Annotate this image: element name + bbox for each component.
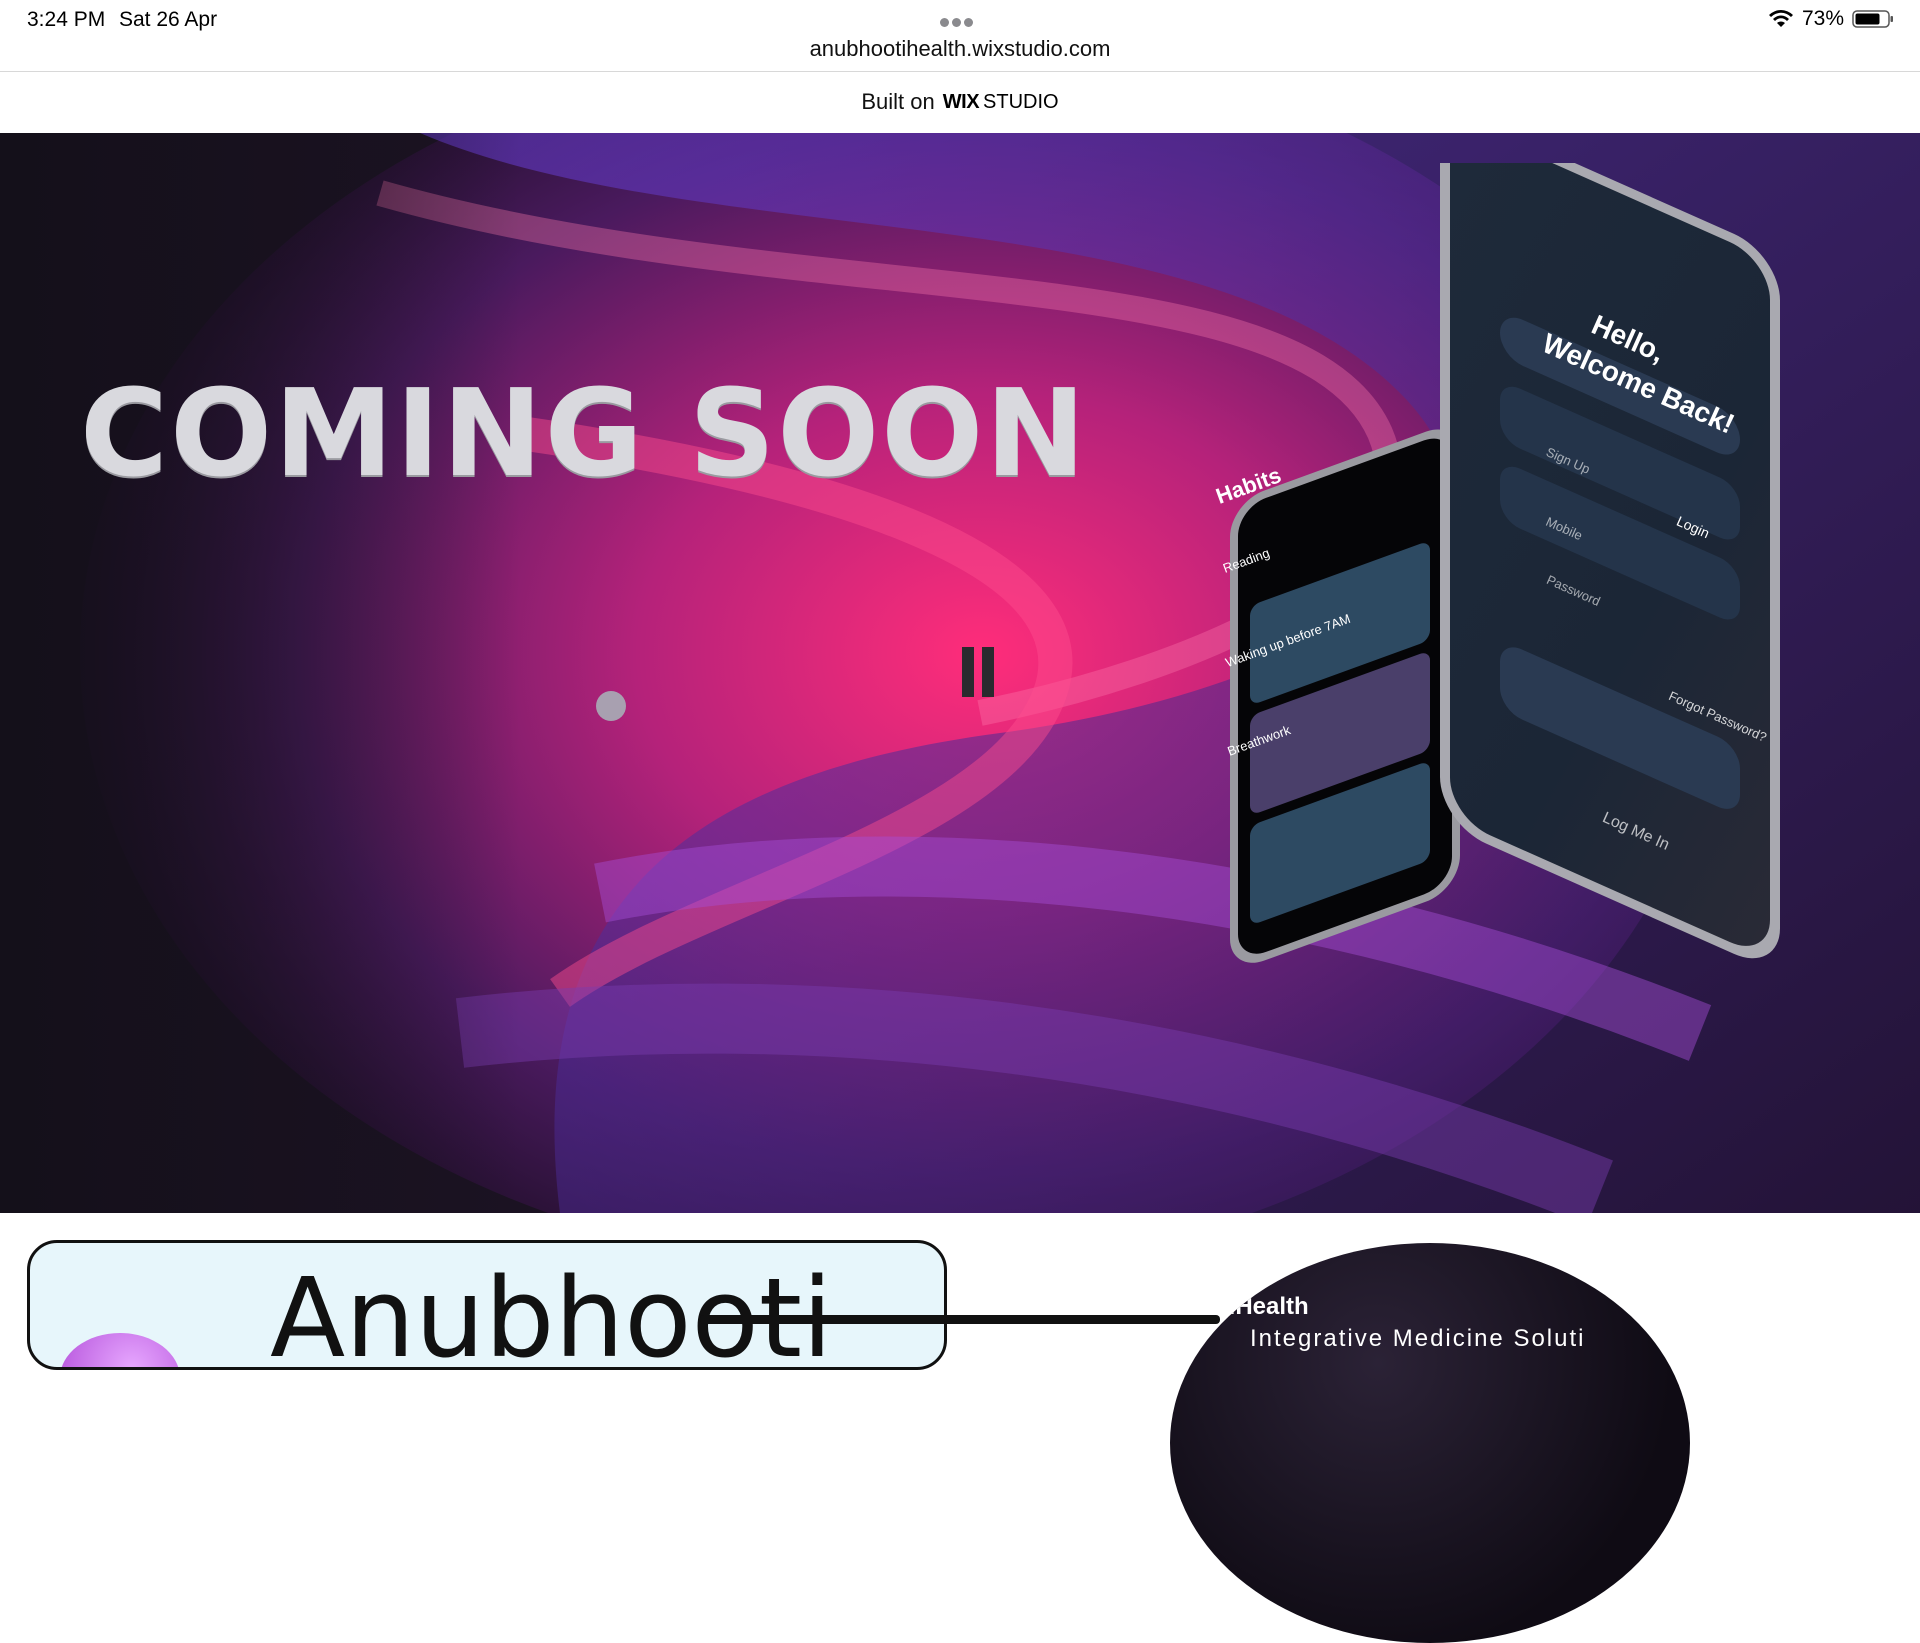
battery-icon (1852, 10, 1893, 28)
pause-icon[interactable] (962, 647, 998, 697)
brand-circle-image: otiHealth Integrative Medicine Soluti (1170, 1243, 1690, 1643)
wix-studio-label: STUDIO (983, 90, 1059, 113)
bottom-section: Anubhooti otiHealth Integrative Medicine… (0, 1213, 1920, 1643)
coming-soon-headline: COMING SOON (80, 365, 1088, 504)
wifi-icon (1768, 10, 1793, 27)
brand-blob-icon (60, 1333, 180, 1367)
scroll-indicator (700, 1315, 1220, 1324)
wix-built-on-label: Built on (861, 89, 935, 114)
address-bar[interactable]: anubhootihealth.wixstudio.com (0, 34, 1920, 72)
brand-card[interactable]: Anubhooti (27, 1240, 947, 1370)
multitasking-dots-icon[interactable] (940, 14, 980, 27)
status-indicators: 73% (1768, 6, 1894, 32)
status-date: Sat 26 Apr (119, 8, 218, 31)
battery-percent: 73% (1801, 7, 1844, 30)
hero-section: COMING SOON Habits Reading Waking up bef… (0, 133, 1920, 1213)
url-text[interactable]: anubhootihealth.wixstudio.com (810, 36, 1111, 61)
circle-title: otiHealth (1206, 1293, 1309, 1320)
circle-subtitle: Integrative Medicine Soluti (1250, 1325, 1586, 1352)
status-time: 3:24 PM (27, 8, 106, 31)
wix-banner[interactable]: Built on WIX STUDIO (0, 72, 1920, 132)
login-phone-mockup (1440, 163, 1780, 959)
wix-logo: WIX (942, 90, 980, 113)
slider-dot[interactable] (596, 691, 626, 721)
